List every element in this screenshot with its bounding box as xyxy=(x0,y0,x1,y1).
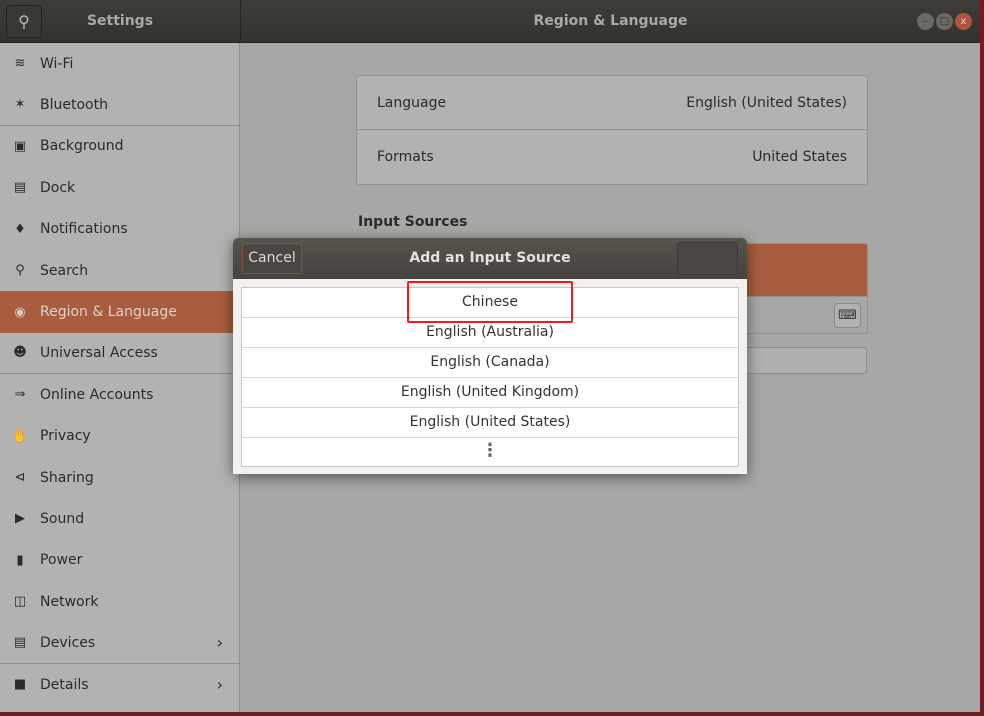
battery-icon: ▮ xyxy=(16,552,24,568)
highlight-box xyxy=(407,281,573,323)
sidebar-item-label: Devices xyxy=(40,634,96,651)
language-row[interactable]: Language English (United States) xyxy=(357,76,867,130)
sidebar-item-label: Bluetooth xyxy=(40,96,108,113)
sidebar-item-label: Background xyxy=(40,138,124,155)
list-item[interactable]: English (Canada) xyxy=(242,348,738,378)
chevron-right-icon: › xyxy=(216,633,223,653)
dock-icon: ▤ xyxy=(13,180,27,196)
keyboard-layout-button[interactable]: ⌨ xyxy=(834,303,861,328)
dialog-title: Add an Input Source xyxy=(409,250,571,266)
sidebar-item-bluetooth[interactable]: ✶ Bluetooth xyxy=(0,84,239,126)
maximize-button[interactable]: □ xyxy=(936,13,953,30)
sidebar-item-devices[interactable]: ▤ Devices › xyxy=(0,622,239,664)
sidebar-item-label: Privacy xyxy=(40,428,91,445)
add-input-source-dialog: Cancel Add an Input Source Add Chinese En… xyxy=(233,238,747,474)
language-value: English (United States) xyxy=(686,94,847,111)
sidebar-item-power[interactable]: ▮ Power xyxy=(0,540,239,581)
bell-icon: ♦ xyxy=(14,221,26,237)
list-item[interactable]: English (United States) xyxy=(242,408,738,438)
search-icon: ⚲ xyxy=(15,263,25,279)
add-button[interactable]: Add xyxy=(677,242,738,275)
input-sources-heading: Input Sources xyxy=(358,214,468,230)
list-item[interactable]: English (United Kingdom) xyxy=(242,378,738,408)
sidebar-item-label: Sound xyxy=(40,510,85,527)
sidebar-item-label: Dock xyxy=(40,179,76,196)
sidebar-item-sharing[interactable]: ⊲ Sharing xyxy=(0,457,239,498)
close-button[interactable]: x xyxy=(955,13,972,30)
sidebar-item-dock[interactable]: ▤ Dock xyxy=(0,167,239,208)
header-bar: ⚲ Settings Region & Language – □ x xyxy=(0,0,980,43)
page-title: Region & Language xyxy=(533,13,688,29)
sidebar-item-online-accounts[interactable]: ⇒ Online Accounts xyxy=(0,374,239,415)
settings-title: Settings xyxy=(86,13,154,29)
online-accounts-icon: ⇒ xyxy=(14,387,26,403)
sidebar-item-universal-access[interactable]: ☻ Universal Access xyxy=(0,333,239,375)
sidebar-item-network[interactable]: ◫ Network xyxy=(0,581,239,622)
region-icon: ◉ xyxy=(14,304,26,320)
sidebar-item-sound[interactable]: ▶ Sound xyxy=(0,498,239,539)
sidebar-item-wi-fi[interactable]: ≋ Wi-Fi xyxy=(0,43,239,84)
minimize-button[interactable]: – xyxy=(917,13,934,30)
region-panel: Language English (United States) Formats… xyxy=(356,75,868,185)
formats-row[interactable]: Formats United States xyxy=(357,130,867,184)
formats-label: Formats xyxy=(377,149,434,165)
sidebar-item-notifications[interactable]: ♦ Notifications xyxy=(0,209,239,250)
language-label: Language xyxy=(377,94,447,111)
sidebar-item-label: Notifications xyxy=(40,221,128,238)
sidebar-item-label: Power xyxy=(40,552,83,569)
chevron-right-icon: › xyxy=(216,675,223,695)
sidebar-item-label: Online Accounts xyxy=(40,386,154,403)
formats-value: United States xyxy=(752,149,847,165)
sidebar-item-label: Details xyxy=(40,676,89,693)
speaker-icon: ▶ xyxy=(15,511,25,527)
sidebar-item-label: Search xyxy=(40,262,89,279)
bluetooth-icon: ✶ xyxy=(14,97,26,113)
sidebar-item-background[interactable]: ▣ Background xyxy=(0,126,239,167)
accessibility-icon: ☻ xyxy=(13,345,27,361)
sidebar-item-label: Region & Language xyxy=(40,304,177,321)
sidebar-item-label: Sharing xyxy=(40,469,94,486)
sidebar: ≋ Wi-Fi ✶ Bluetooth ▣ Background ▤ Dock ♦ Notific… xyxy=(0,43,240,712)
dialog-header: Cancel Add an Input Source Add xyxy=(233,238,747,279)
info-icon: ■ xyxy=(13,677,27,693)
keyboard-icon: ⌨ xyxy=(838,308,857,323)
hand-icon: ✋ xyxy=(12,428,29,444)
sidebar-item-privacy[interactable]: ✋ Privacy xyxy=(0,416,239,457)
sidebar-item-label: Universal Access xyxy=(40,344,158,361)
share-icon: ⊲ xyxy=(14,470,26,486)
sidebar-item-label: Wi-Fi xyxy=(40,55,74,72)
network-icon: ◫ xyxy=(13,594,27,610)
sidebar-item-label: Network xyxy=(40,593,99,610)
sidebar-item-search[interactable]: ⚲ Search xyxy=(0,250,239,291)
wifi-icon: ≋ xyxy=(14,56,26,72)
devices-icon: ▤ xyxy=(13,635,27,651)
more-options-button[interactable]: ⋮ xyxy=(242,438,738,468)
sidebar-item-region-language[interactable]: ◉ Region & Language xyxy=(0,291,239,333)
background-icon: ▣ xyxy=(13,138,27,154)
sidebar-item-details[interactable]: ■ Details › xyxy=(0,664,239,705)
